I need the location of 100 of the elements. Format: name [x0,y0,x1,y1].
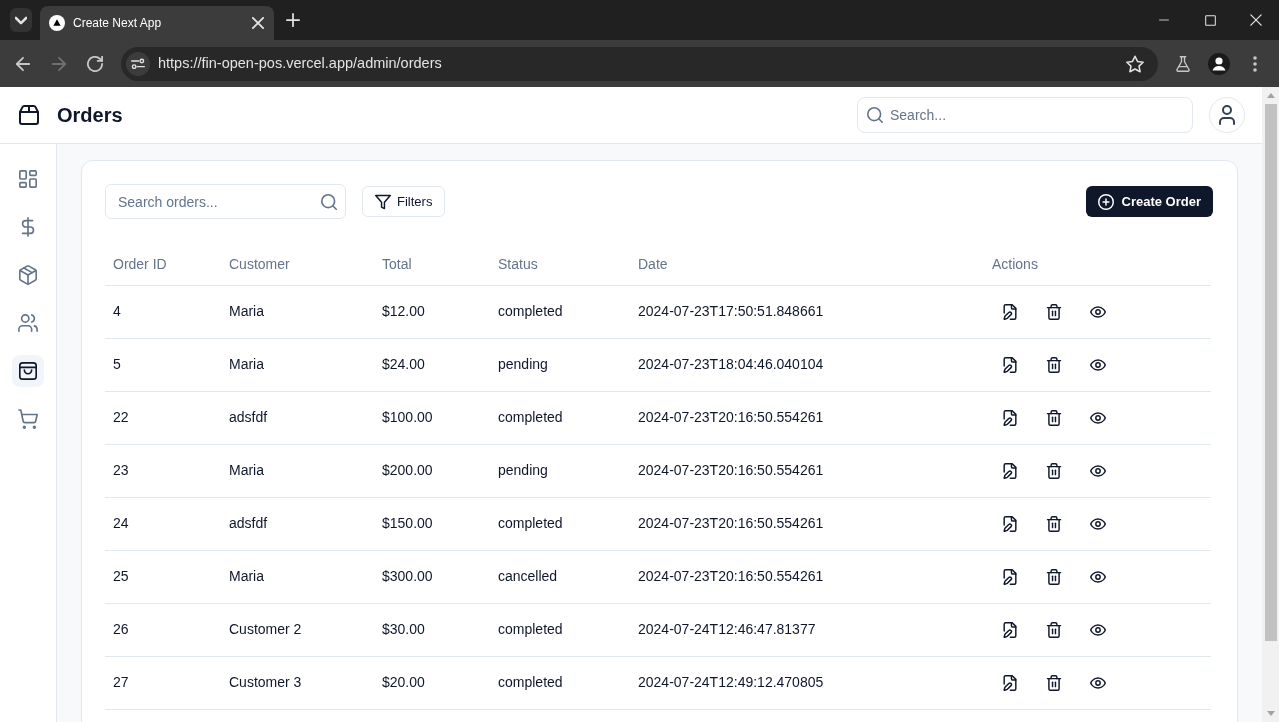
sidebar-item[interactable] [12,355,44,387]
file-pen-icon[interactable] [1002,621,1018,638]
file-pen-icon[interactable] [1002,462,1018,479]
table-cell: 5 [105,338,221,391]
account-button[interactable] [1209,97,1245,133]
trash-icon[interactable] [1046,568,1062,585]
trash-icon[interactable] [1046,462,1062,479]
table-cell: 27 [105,656,221,709]
profile-icon[interactable] [1208,52,1230,75]
table-cell: 2024-07-23T20:16:50.554261 [630,444,984,497]
table-cell: $12.00 [374,285,490,338]
close-icon[interactable] [252,17,264,29]
table-cell: 25 [105,550,221,603]
cart-icon [18,409,38,429]
star-icon[interactable] [1126,54,1144,73]
user-icon [1218,105,1236,125]
trash-icon[interactable] [1046,674,1062,691]
eye-icon[interactable] [1090,356,1106,373]
site-info-button[interactable] [126,51,150,76]
table-cell: adsfdf [221,391,374,444]
file-pen-icon[interactable] [1002,515,1018,532]
browser-tab[interactable]: Create Next App [40,6,274,40]
table-cell: $100.00 [374,391,490,444]
file-pen-icon[interactable] [1002,674,1018,691]
trash-icon[interactable] [1046,515,1062,532]
eye-icon[interactable] [1090,515,1106,532]
trash-icon[interactable] [1046,356,1062,373]
table-cell: 23 [105,444,221,497]
column-header: Status [490,245,630,285]
plus-circle-icon [1097,193,1114,210]
trash-icon[interactable] [1046,303,1062,320]
table-cell: adsfdf [221,497,374,550]
search-icon [867,107,883,123]
table-cell: 26 [105,603,221,656]
file-pen-icon[interactable] [1002,356,1018,373]
filter-icon [375,193,391,210]
file-pen-icon[interactable] [1002,303,1018,320]
address-bar[interactable]: https://fin-open-pos.vercel.app/admin/orders [121,46,1158,81]
maximize-icon[interactable] [1204,14,1216,26]
search-field[interactable]: Search orders... [105,184,346,219]
filters-button[interactable]: Filters [362,186,446,217]
close-icon[interactable] [1250,14,1262,26]
menu-icon[interactable] [1253,55,1257,72]
column-header: Actions [984,245,1211,285]
table-cell: 2024-07-23T17:50:51.848661 [630,285,984,338]
triangle-logo-icon [49,15,65,31]
column-header: Total [374,245,490,285]
scroll-down-icon [1266,711,1275,716]
table-cell: Maria [221,550,374,603]
table-cell: 22 [105,391,221,444]
page-title: Orders [57,103,123,128]
package-icon [18,265,38,285]
scroll-up-icon [1266,93,1275,98]
table-cell: completed [490,285,630,338]
table-cell: Maria [221,444,374,497]
table-cell: Customer 2 [221,603,374,656]
search-icon [321,194,337,210]
eye-icon[interactable] [1090,303,1106,320]
file-pen-icon[interactable] [1002,568,1018,585]
table-cell: Customer 3 [221,656,374,709]
table-cell: completed [490,497,630,550]
table-cell: $20.00 [374,656,490,709]
table-cell: 24 [105,497,221,550]
table-cell: $200.00 [374,444,490,497]
table-cell: 2024-07-23T20:16:50.554261 [630,550,984,603]
table-cell: $30.00 [374,603,490,656]
table-cell: $150.00 [374,497,490,550]
reload-icon[interactable] [87,55,103,72]
table-cell: $300.00 [374,550,490,603]
table-cell: 2024-07-23T18:04:46.040104 [630,338,984,391]
eye-icon[interactable] [1090,674,1106,691]
eye-icon[interactable] [1090,462,1106,479]
column-header: Order ID [105,245,221,285]
tab-search-button[interactable] [10,8,32,32]
scrollbar[interactable] [1262,87,1279,722]
sliders-icon [131,58,145,69]
search-field[interactable]: Search... [857,97,1193,133]
box-icon [19,105,39,125]
trash-icon[interactable] [1046,409,1062,426]
eye-icon[interactable] [1090,621,1106,638]
table-cell: completed [490,603,630,656]
trash-icon[interactable] [1046,621,1062,638]
scrollbar-thumb[interactable] [1265,104,1277,641]
table-cell: 2024-07-23T20:16:50.554261 [630,497,984,550]
table-cell: 2024-07-24T12:46:47.81377 [630,603,984,656]
table-cell: completed [490,656,630,709]
table-cell: cancelled [490,550,630,603]
table-cell: Maria [221,338,374,391]
file-pen-icon[interactable] [1002,409,1018,426]
flask-icon[interactable] [1175,55,1191,72]
column-header: Customer [221,245,374,285]
table-cell: $24.00 [374,338,490,391]
create-order-button[interactable]: Create Order [1085,186,1213,217]
eye-icon[interactable] [1090,568,1106,585]
table-cell: 4 [105,285,221,338]
table-cell: 2024-07-24T12:49:12.470805 [630,656,984,709]
chevron-down-icon [15,15,27,25]
plus-icon[interactable] [286,13,300,27]
table-cell: pending [490,338,630,391]
eye-icon[interactable] [1090,409,1106,426]
